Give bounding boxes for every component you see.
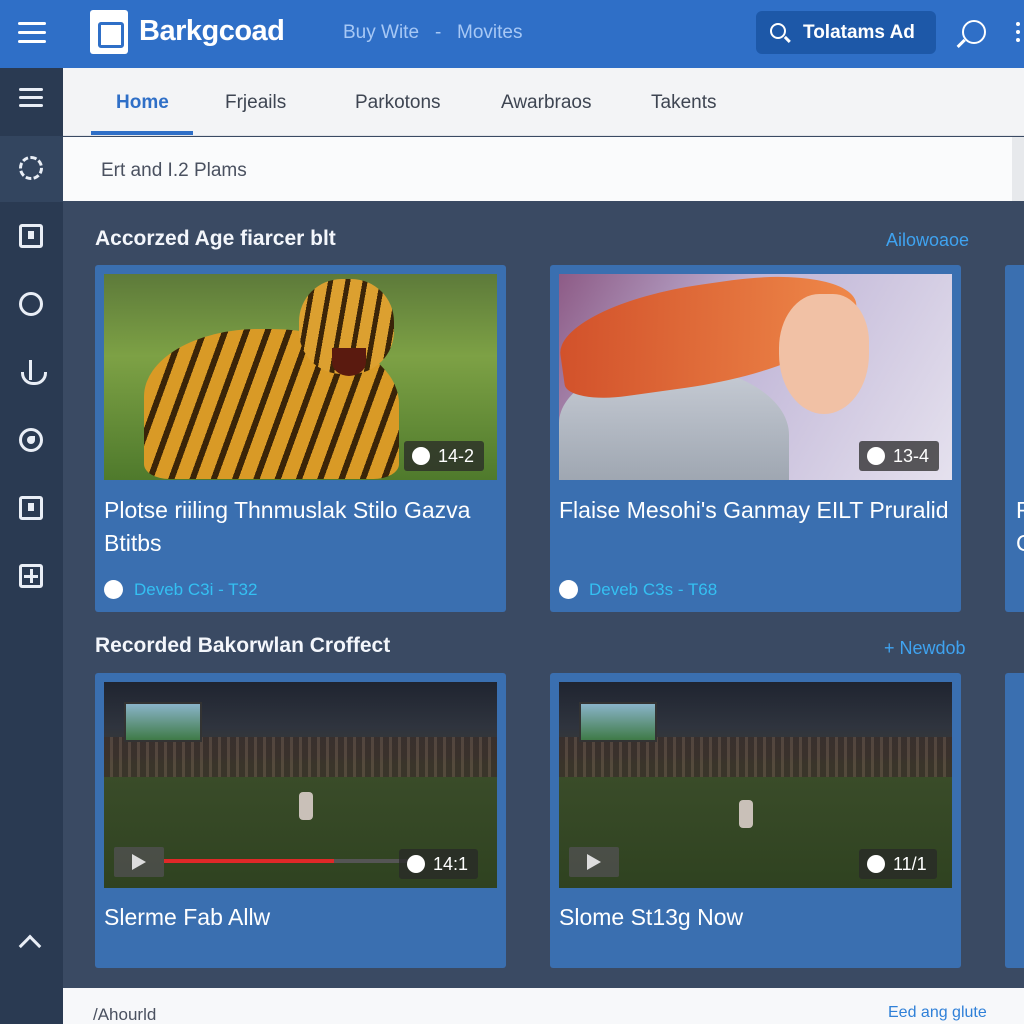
anchor-icon <box>19 360 47 385</box>
video-card-peek[interactable]: F C <box>1005 265 1024 612</box>
video-thumbnail[interactable]: 14-2 <box>104 274 497 480</box>
duration-badge: 14-2 <box>404 441 485 471</box>
video-card[interactable]: 11/1 Slome St13g Now <box>550 673 961 968</box>
tab-frjeails[interactable]: Frjeails <box>225 92 286 114</box>
peek-title-letter: F <box>1016 497 1024 523</box>
magnifier-icon[interactable] <box>962 20 986 44</box>
active-tab-indicator <box>91 131 193 135</box>
search-button-label: Tolatams Ad <box>803 22 915 43</box>
chevron-up-icon[interactable] <box>18 934 42 958</box>
video-card[interactable]: 14:1 Slerme Fab Allw <box>95 673 506 968</box>
gear-icon <box>19 156 43 180</box>
sidebar-item-window[interactable] <box>0 476 63 542</box>
window-icon <box>19 496 43 520</box>
video-card-peek[interactable] <box>1005 673 1024 968</box>
video-title[interactable]: Slerme Fab Allw <box>104 901 499 934</box>
progress-fill <box>164 859 334 863</box>
trophy-icon <box>19 292 43 316</box>
section-title: Accorzed Age fiarcer blt <box>95 227 336 250</box>
sub-header: Ert and I.2 Plams <box>63 137 1024 201</box>
sidebar-item-list[interactable] <box>0 68 63 134</box>
tab-home[interactable]: Home <box>116 92 169 114</box>
footer-bar: /Ahourld Eed ang glute <box>63 988 1024 1024</box>
top-bar: Barkgcoad Buy Wite - Movites Tolatams Ad <box>0 0 1024 68</box>
tab-parkotons[interactable]: Parkotons <box>355 92 441 114</box>
video-title[interactable]: Slome St13g Now <box>559 901 954 934</box>
sidebar-item-trophy[interactable] <box>0 272 63 338</box>
brand-logo-icon[interactable] <box>90 10 128 54</box>
duration-badge: 11/1 <box>859 849 937 879</box>
video-thumbnail[interactable]: 11/1 <box>559 682 952 888</box>
search-icon <box>770 23 786 39</box>
top-nav-movies[interactable]: Movites <box>457 22 522 44</box>
video-thumbnail[interactable]: 13-4 <box>559 274 952 480</box>
play-icon[interactable] <box>569 847 619 877</box>
scrollbar[interactable] <box>1012 137 1024 201</box>
info-icon <box>19 224 43 248</box>
sidebar-item-settings[interactable] <box>0 136 63 202</box>
play-icon[interactable] <box>114 847 164 877</box>
section-title: Recorded Bakorwlan Croffect <box>95 634 391 657</box>
list-icon <box>19 88 43 112</box>
sidebar <box>0 68 63 1024</box>
footer-link[interactable]: Eed ang glute <box>888 1004 987 1022</box>
video-card[interactable]: 13-4 Flaise Mesohi's Ganmay EILT Prurali… <box>550 265 961 612</box>
search-button[interactable]: Tolatams Ad <box>756 11 936 54</box>
hamburger-menu-icon[interactable] <box>18 22 46 44</box>
duration-badge: 13-4 <box>859 441 940 471</box>
video-thumbnail[interactable]: 14:1 <box>104 682 497 888</box>
sidebar-item-anchor[interactable] <box>0 340 63 406</box>
sidebar-item-add[interactable] <box>0 544 63 610</box>
tab-takents[interactable]: Takents <box>651 92 716 114</box>
duration-badge: 14:1 <box>399 849 479 879</box>
add-icon <box>19 564 43 588</box>
top-nav-separator: - <box>435 22 442 43</box>
more-options-icon[interactable] <box>1016 22 1024 46</box>
video-title[interactable]: Plotse riiling Thnmuslak Stilo Gazva Bti… <box>104 494 499 560</box>
peek-title-letter: C <box>1016 530 1024 557</box>
sub-header-text: Ert and I.2 Plams <box>101 160 247 181</box>
video-meta: Deveb C3i - T32 <box>104 580 257 600</box>
drop-icon <box>19 428 43 452</box>
section-new-link[interactable]: + Newdob <box>884 638 966 659</box>
progress-bar[interactable] <box>164 859 414 863</box>
brand-name[interactable]: Barkgcoad <box>139 15 285 48</box>
tab-awarbraos[interactable]: Awarbraos <box>501 92 591 114</box>
video-meta: Deveb C3s - T68 <box>559 580 717 600</box>
top-nav-buy[interactable]: Buy Wite <box>343 22 419 44</box>
sidebar-item-drop[interactable] <box>0 408 63 474</box>
video-title[interactable]: Flaise Mesohi's Ganmay EILT Pruralid <box>559 494 954 527</box>
sidebar-item-info[interactable] <box>0 204 63 270</box>
tab-bar: Home Frjeails Parkotons Awarbraos Takent… <box>63 68 1024 136</box>
section-view-all-link[interactable]: Ailowoaoe <box>886 230 969 251</box>
footer-text: /Ahourld <box>93 1005 157 1024</box>
video-card[interactable]: 14-2 Plotse riiling Thnmuslak Stilo Gazv… <box>95 265 506 612</box>
